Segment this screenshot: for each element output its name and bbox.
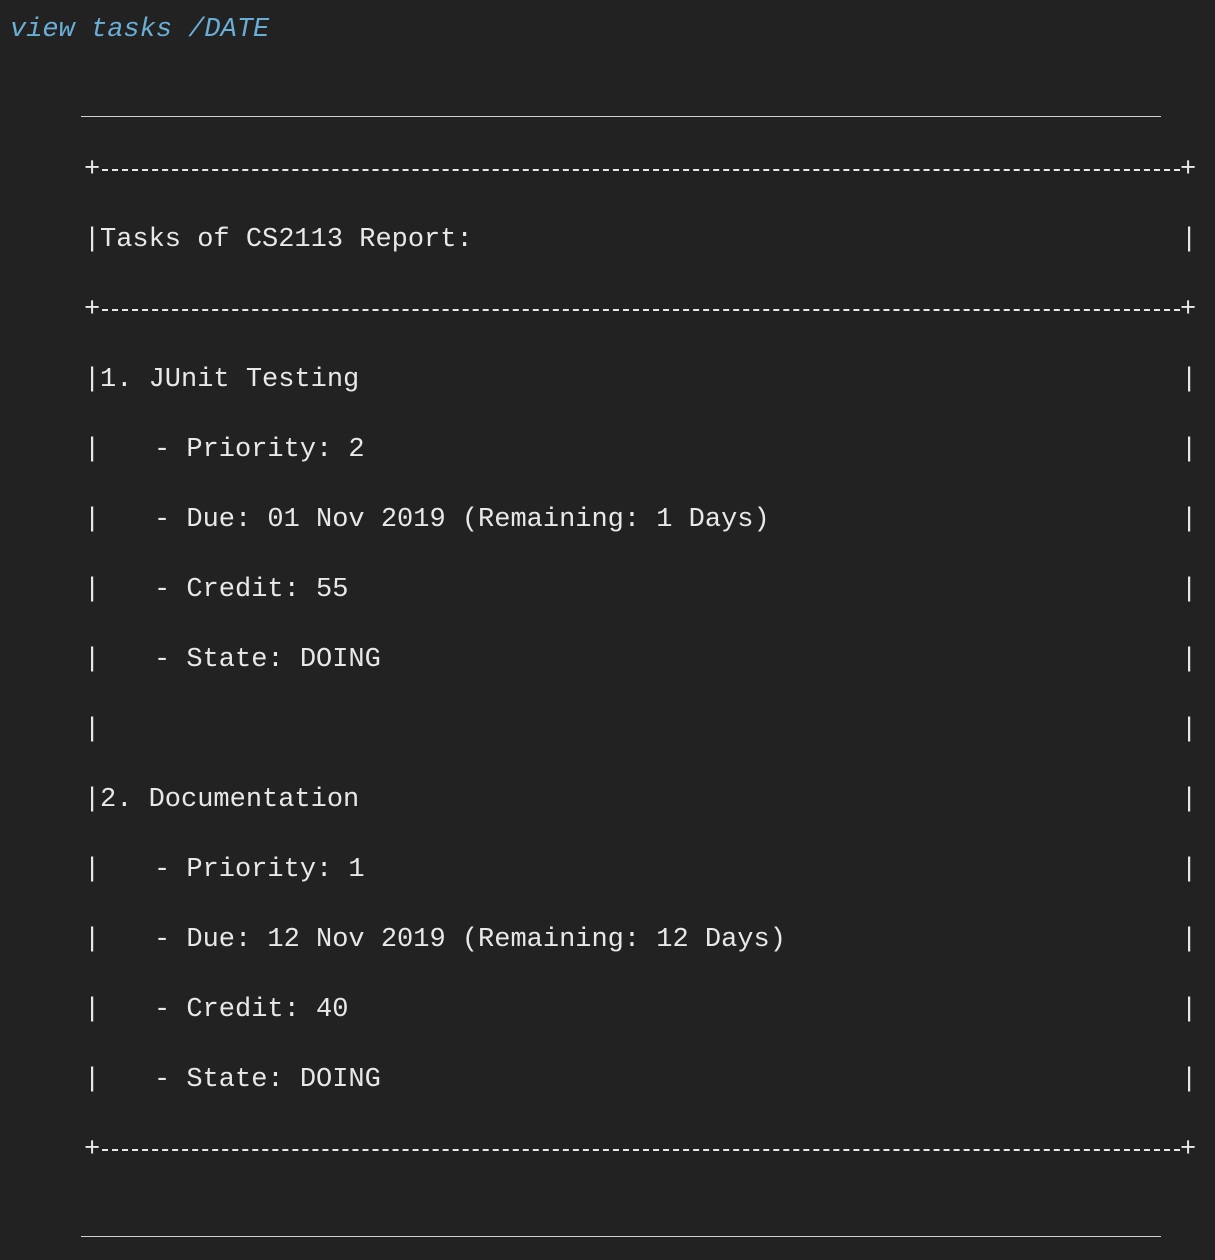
table-header-row: | Tasks of CS2113 Report: | bbox=[84, 220, 1199, 260]
table-header: Tasks of CS2113 Report: bbox=[100, 225, 473, 255]
bar: | bbox=[84, 435, 101, 465]
bar: | bbox=[84, 855, 101, 885]
task-state: - State: DOING bbox=[154, 1065, 381, 1095]
separator-line-bottom bbox=[81, 1236, 1161, 1237]
command-line: view tasks /DATE bbox=[10, 15, 270, 45]
bar: | bbox=[1181, 645, 1198, 675]
bar: | bbox=[1181, 575, 1198, 605]
task-priority: - Priority: 1 bbox=[154, 855, 365, 885]
bar: | bbox=[1181, 365, 1198, 395]
task-state: - State: DOING bbox=[154, 645, 381, 675]
task-state-row: | - State: DOING | bbox=[84, 1060, 1199, 1100]
table-blank-row: | | bbox=[84, 710, 1199, 750]
task-state-row: | - State: DOING | bbox=[84, 640, 1199, 680]
task-credit: - Credit: 55 bbox=[154, 575, 349, 605]
border-corner: + bbox=[1180, 155, 1197, 185]
bar: | bbox=[1181, 715, 1198, 745]
border-dashes bbox=[102, 1149, 1180, 1151]
border-corner: + bbox=[84, 1135, 101, 1165]
border-dashes bbox=[102, 309, 1180, 311]
bar: | bbox=[84, 575, 101, 605]
bar: | bbox=[1181, 785, 1198, 815]
task-priority-row: | - Priority: 1 | bbox=[84, 850, 1199, 890]
bar: | bbox=[84, 645, 101, 675]
bar: | bbox=[1181, 995, 1198, 1025]
task-priority: - Priority: 2 bbox=[154, 435, 365, 465]
bar: | bbox=[84, 1065, 101, 1095]
table-border-bottom: + + bbox=[84, 1130, 1199, 1170]
task-title: 1. JUnit Testing bbox=[100, 365, 360, 395]
task-due-row: | - Due: 01 Nov 2019 (Remaining: 1 Days)… bbox=[84, 500, 1199, 540]
task-credit: - Credit: 40 bbox=[154, 995, 349, 1025]
separator-line-top bbox=[81, 116, 1161, 117]
bar: | bbox=[1181, 925, 1198, 955]
bar: | bbox=[84, 995, 101, 1025]
border-corner: + bbox=[1180, 1135, 1197, 1165]
bar: | bbox=[84, 505, 101, 535]
bar: | bbox=[84, 225, 101, 255]
task-due: - Due: 12 Nov 2019 (Remaining: 12 Days) bbox=[154, 925, 786, 955]
task-priority-row: | - Priority: 2 | bbox=[84, 430, 1199, 470]
bar: | bbox=[84, 925, 101, 955]
border-dashes bbox=[102, 169, 1180, 171]
border-corner: + bbox=[1180, 295, 1197, 325]
task-due-row: | - Due: 12 Nov 2019 (Remaining: 12 Days… bbox=[84, 920, 1199, 960]
task-title-row: | 2. Documentation | bbox=[84, 780, 1199, 820]
task-title: 2. Documentation bbox=[100, 785, 360, 815]
bar: | bbox=[84, 365, 101, 395]
task-title-row: | 1. JUnit Testing | bbox=[84, 360, 1199, 400]
bar: | bbox=[1181, 435, 1198, 465]
bar: | bbox=[1181, 855, 1198, 885]
bar: | bbox=[1181, 225, 1198, 255]
table-border-top: + + bbox=[84, 150, 1199, 190]
bar: | bbox=[84, 715, 101, 745]
bar: | bbox=[1181, 1065, 1198, 1095]
bar: | bbox=[84, 785, 101, 815]
bar: | bbox=[1181, 505, 1198, 535]
task-credit-row: | - Credit: 40 | bbox=[84, 990, 1199, 1030]
task-credit-row: | - Credit: 55 | bbox=[84, 570, 1199, 610]
table-border-header: + + bbox=[84, 290, 1199, 330]
border-corner: + bbox=[84, 155, 101, 185]
task-due: - Due: 01 Nov 2019 (Remaining: 1 Days) bbox=[154, 505, 770, 535]
border-corner: + bbox=[84, 295, 101, 325]
